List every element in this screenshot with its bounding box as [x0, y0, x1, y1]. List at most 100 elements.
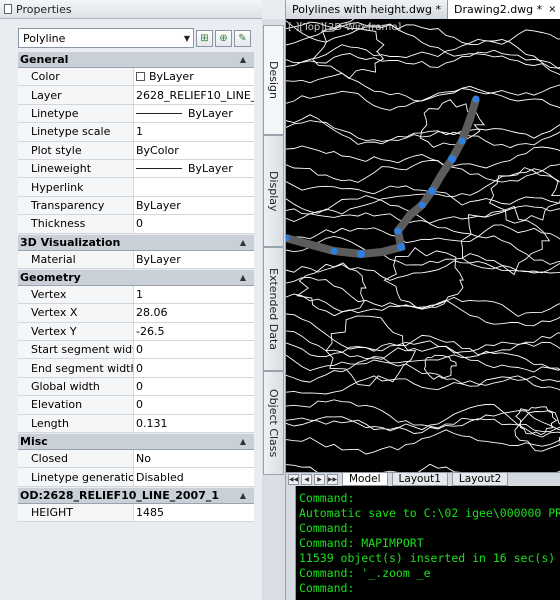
property-row[interactable]: End segment width 0: [18, 359, 254, 378]
property-row[interactable]: Vertex 1: [18, 285, 254, 305]
property-row[interactable]: Length 0.131: [18, 414, 254, 434]
property-row[interactable]: Elevation 0: [18, 396, 254, 415]
vertex-grip[interactable]: [458, 137, 466, 145]
property-value[interactable]: Disabled: [134, 468, 254, 485]
property-value[interactable]: 0.131: [134, 415, 254, 432]
collapse-caret-icon[interactable]: ▲: [240, 437, 246, 446]
collapse-caret-icon[interactable]: ▲: [240, 491, 246, 500]
property-value[interactable]: 0: [134, 215, 254, 232]
property-value[interactable]: ByLayer: [134, 251, 254, 268]
doc-tab-polylines[interactable]: Polylines with height.dwg *: [286, 0, 448, 19]
collapse-caret-icon[interactable]: ▲: [240, 238, 246, 247]
object-type-dropdown[interactable]: Polyline ▼: [18, 28, 194, 48]
vertex-grip[interactable]: [428, 187, 436, 195]
vertex-grip[interactable]: [448, 155, 456, 163]
next-layout-button[interactable]: ▶: [314, 474, 325, 485]
property-name: Vertex Y: [18, 322, 134, 341]
property-value[interactable]: 0: [134, 396, 254, 413]
vertex-grip[interactable]: [357, 250, 365, 258]
property-name: Vertex X: [18, 304, 134, 322]
vertex-grip[interactable]: [472, 95, 480, 103]
property-value[interactable]: 0: [134, 378, 254, 395]
select-objects-button[interactable]: ⊕: [215, 29, 232, 47]
select-objects-icon: ⊕: [219, 32, 228, 44]
contour-line: [286, 145, 560, 183]
property-row[interactable]: Closed No: [18, 450, 254, 469]
property-name: Material: [18, 250, 134, 268]
vertex-grip[interactable]: [406, 211, 414, 219]
vertex-grip[interactable]: [394, 227, 402, 235]
tab-layout2[interactable]: Layout2: [451, 473, 509, 486]
category-header[interactable]: Misc ▲: [18, 433, 254, 451]
tab-display[interactable]: Display: [263, 135, 284, 247]
tab-object-class[interactable]: Object Class: [263, 371, 284, 475]
property-row[interactable]: Plot style ByColor: [18, 141, 254, 160]
vertex-grip[interactable]: [330, 247, 338, 255]
category-header[interactable]: General ▲: [18, 51, 254, 68]
vertex-grip[interactable]: [466, 115, 474, 123]
quick-select-button[interactable]: ✎: [234, 29, 251, 47]
property-name: HEIGHT: [18, 503, 134, 522]
property-value[interactable]: 1: [134, 286, 254, 303]
vertex-grip[interactable]: [304, 240, 312, 248]
property-value[interactable]: 2628_RELIEF10_LINE_...: [134, 86, 254, 103]
property-value[interactable]: 0: [134, 359, 254, 376]
property-row[interactable]: Material ByLayer: [18, 250, 254, 269]
property-row[interactable]: Layer 2628_RELIEF10_LINE_...: [18, 86, 254, 105]
property-row[interactable]: Thickness 0: [18, 215, 254, 234]
property-row[interactable]: Linetype ByLayer: [18, 104, 254, 124]
property-row[interactable]: Linetype generation Disabled: [18, 468, 254, 487]
category-header[interactable]: OD:2628_RELIEF10_LINE_2007_1 ▲: [18, 486, 254, 504]
property-value[interactable]: ByLayer: [134, 160, 254, 177]
property-value[interactable]: ByLayer: [134, 68, 254, 85]
toggle-pickadd-button[interactable]: ⊞: [196, 29, 213, 47]
category-header[interactable]: 3D Visualization ▲: [18, 233, 254, 251]
drawing-viewport[interactable]: [-][Top][2D Wireframe]: [286, 19, 560, 472]
tab-layout1[interactable]: Layout1: [391, 473, 448, 486]
doc-tab-drawing2[interactable]: Drawing2.dwg * ×: [447, 0, 560, 19]
command-line: Command: MAPIMPORT: [299, 536, 424, 550]
last-layout-button[interactable]: ▶▶: [327, 474, 338, 485]
property-value[interactable]: [134, 178, 254, 195]
property-value[interactable]: No: [134, 450, 254, 467]
collapse-caret-icon[interactable]: ▲: [240, 273, 246, 282]
close-tab-icon[interactable]: ×: [548, 4, 556, 15]
vertex-grip[interactable]: [378, 248, 386, 256]
property-value[interactable]: -26.5: [134, 323, 254, 340]
tab-extended-data[interactable]: Extended Data: [263, 247, 284, 371]
tab-design[interactable]: Design: [263, 25, 284, 135]
tab-design-label: Design: [267, 61, 280, 99]
vertex-grip[interactable]: [397, 243, 405, 251]
property-value[interactable]: 1: [134, 123, 254, 140]
command-line: Command:: [299, 521, 355, 535]
property-row[interactable]: Global width 0: [18, 377, 254, 397]
property-value[interactable]: ByLayer: [134, 105, 254, 122]
property-row[interactable]: Vertex Y -26.5: [18, 322, 254, 342]
property-value[interactable]: ByLayer: [134, 197, 254, 214]
command-window-grip[interactable]: [286, 486, 296, 600]
property-value-text: 0: [136, 217, 143, 231]
viewport-controls-label[interactable]: [-][Top][2D Wireframe]: [288, 22, 401, 33]
palette-title-bar[interactable]: Properties: [0, 0, 262, 19]
property-row[interactable]: Color ByLayer: [18, 68, 254, 87]
category-header[interactable]: Geometry ▲: [18, 268, 254, 286]
property-row[interactable]: Vertex X 28.06: [18, 304, 254, 323]
property-row[interactable]: Hyperlink: [18, 178, 254, 197]
collapse-caret-icon[interactable]: ▲: [240, 55, 246, 64]
property-row[interactable]: Lineweight ByLayer: [18, 159, 254, 179]
property-row[interactable]: Transparency ByLayer: [18, 196, 254, 216]
vertex-grip[interactable]: [438, 170, 446, 178]
property-value[interactable]: ByColor: [134, 142, 254, 159]
property-value[interactable]: 0: [134, 341, 254, 358]
property-row[interactable]: Start segment width 0: [18, 341, 254, 360]
first-layout-button[interactable]: ◀◀: [288, 474, 299, 485]
prev-layout-button[interactable]: ◀: [301, 474, 312, 485]
command-history[interactable]: Command: Automatic save to C:\02 igee\000…: [296, 486, 560, 600]
property-row[interactable]: Linetype scale 1: [18, 123, 254, 142]
property-value[interactable]: 28.06: [134, 304, 254, 321]
property-value[interactable]: 1485: [134, 504, 254, 521]
tab-model[interactable]: Model: [342, 473, 388, 486]
vertex-grip[interactable]: [418, 201, 426, 209]
property-row[interactable]: HEIGHT 1485: [18, 503, 254, 523]
property-value-text: 0: [136, 361, 143, 375]
